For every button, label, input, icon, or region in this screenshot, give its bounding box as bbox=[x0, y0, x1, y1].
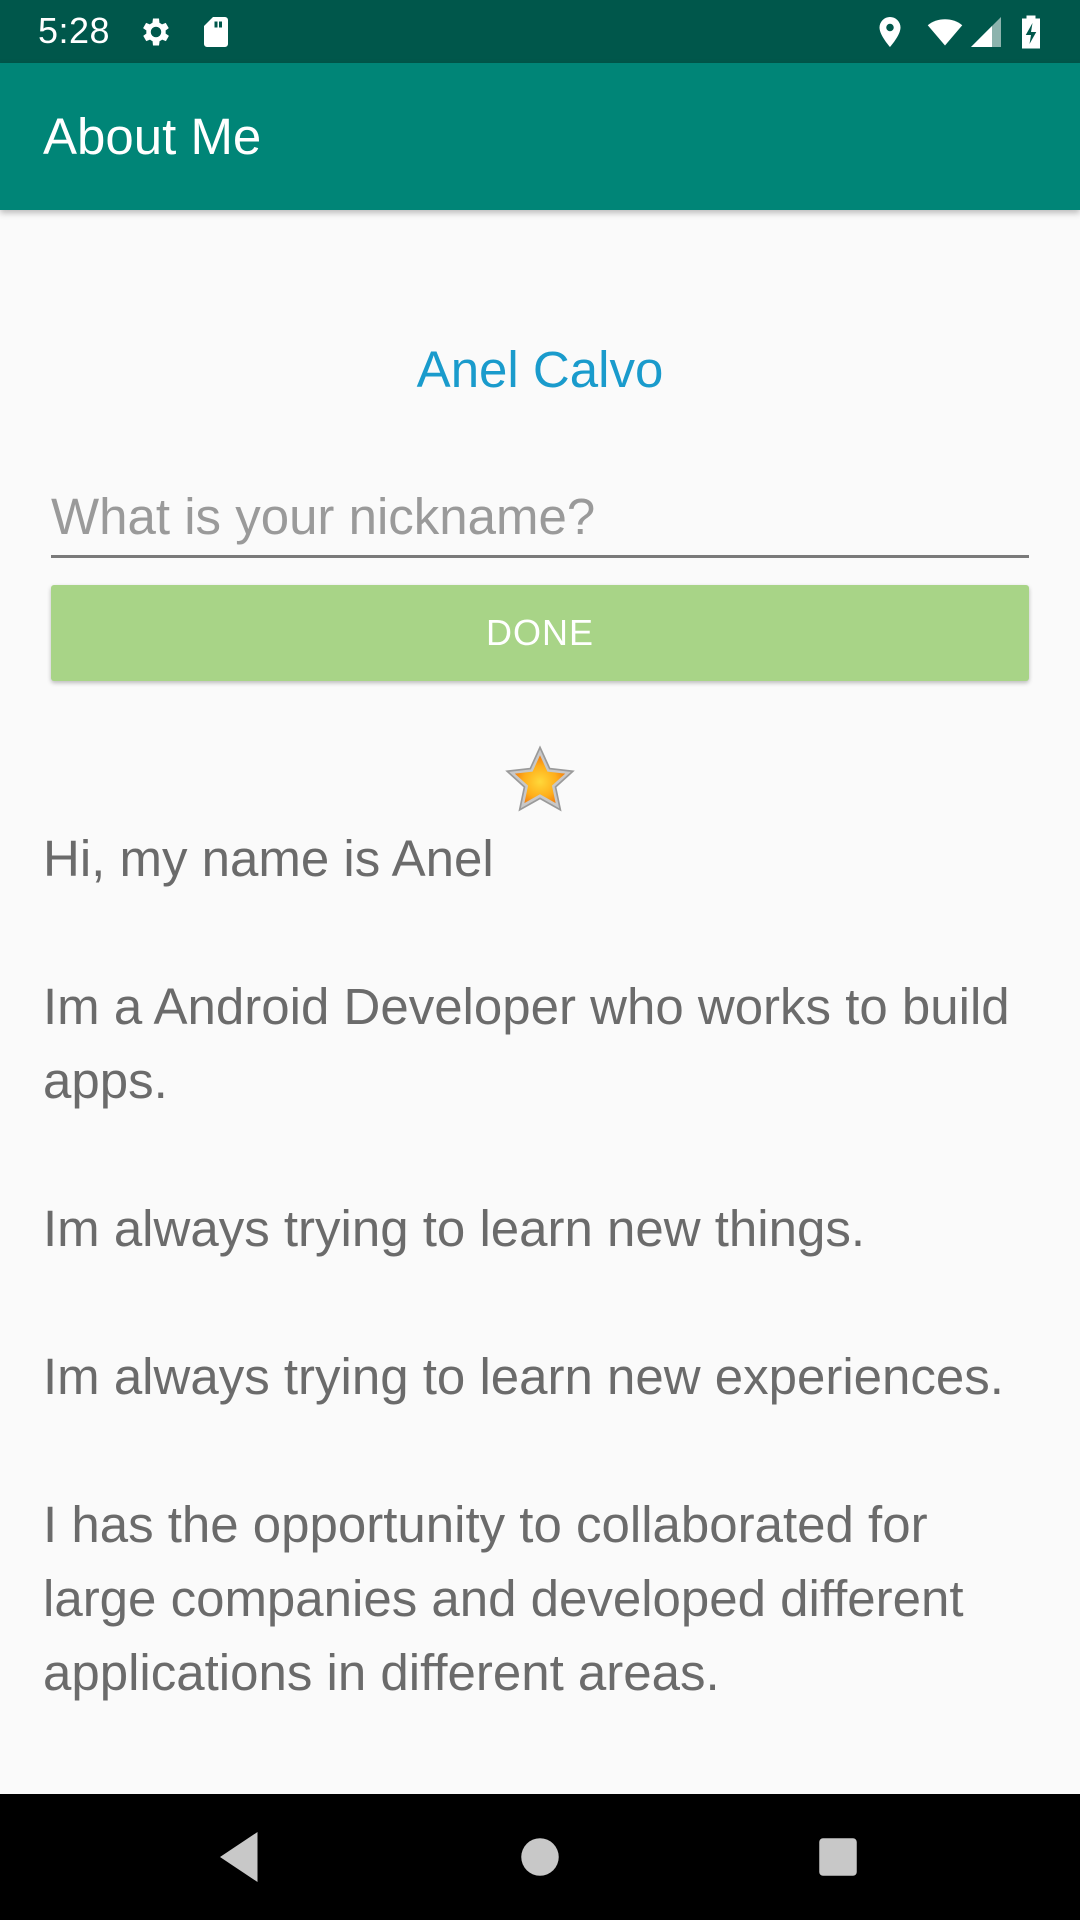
signal-icon bbox=[968, 14, 1004, 50]
recents-icon[interactable] bbox=[808, 1827, 868, 1887]
wifi-icon bbox=[924, 14, 966, 50]
name-text: Anel Calvo bbox=[416, 341, 664, 398]
status-time: 5:28 bbox=[38, 10, 111, 51]
back-icon[interactable] bbox=[210, 1827, 270, 1887]
nickname-input[interactable] bbox=[51, 468, 1029, 558]
settings-icon bbox=[138, 14, 174, 50]
about-me-screen: 5:28 About Me Anel Calvo DONE bbox=[0, 0, 1080, 1920]
done-button[interactable]: DONE bbox=[51, 585, 1029, 681]
bio-text: Hi, my name is Anel Im a Android Develop… bbox=[43, 830, 1010, 1701]
star-icon bbox=[504, 744, 576, 816]
battery-charging-icon bbox=[1016, 14, 1046, 50]
app-bar: About Me bbox=[0, 63, 1080, 210]
app-title: About Me bbox=[43, 108, 262, 165]
status-bar: 5:28 bbox=[0, 0, 1080, 63]
content-area: Anel Calvo DONE Hi, my name is Anel Im a… bbox=[0, 210, 1080, 1794]
navigation-bar bbox=[0, 1794, 1080, 1920]
sd-card-icon bbox=[198, 14, 234, 50]
location-icon bbox=[872, 14, 908, 50]
home-icon[interactable] bbox=[510, 1827, 570, 1887]
